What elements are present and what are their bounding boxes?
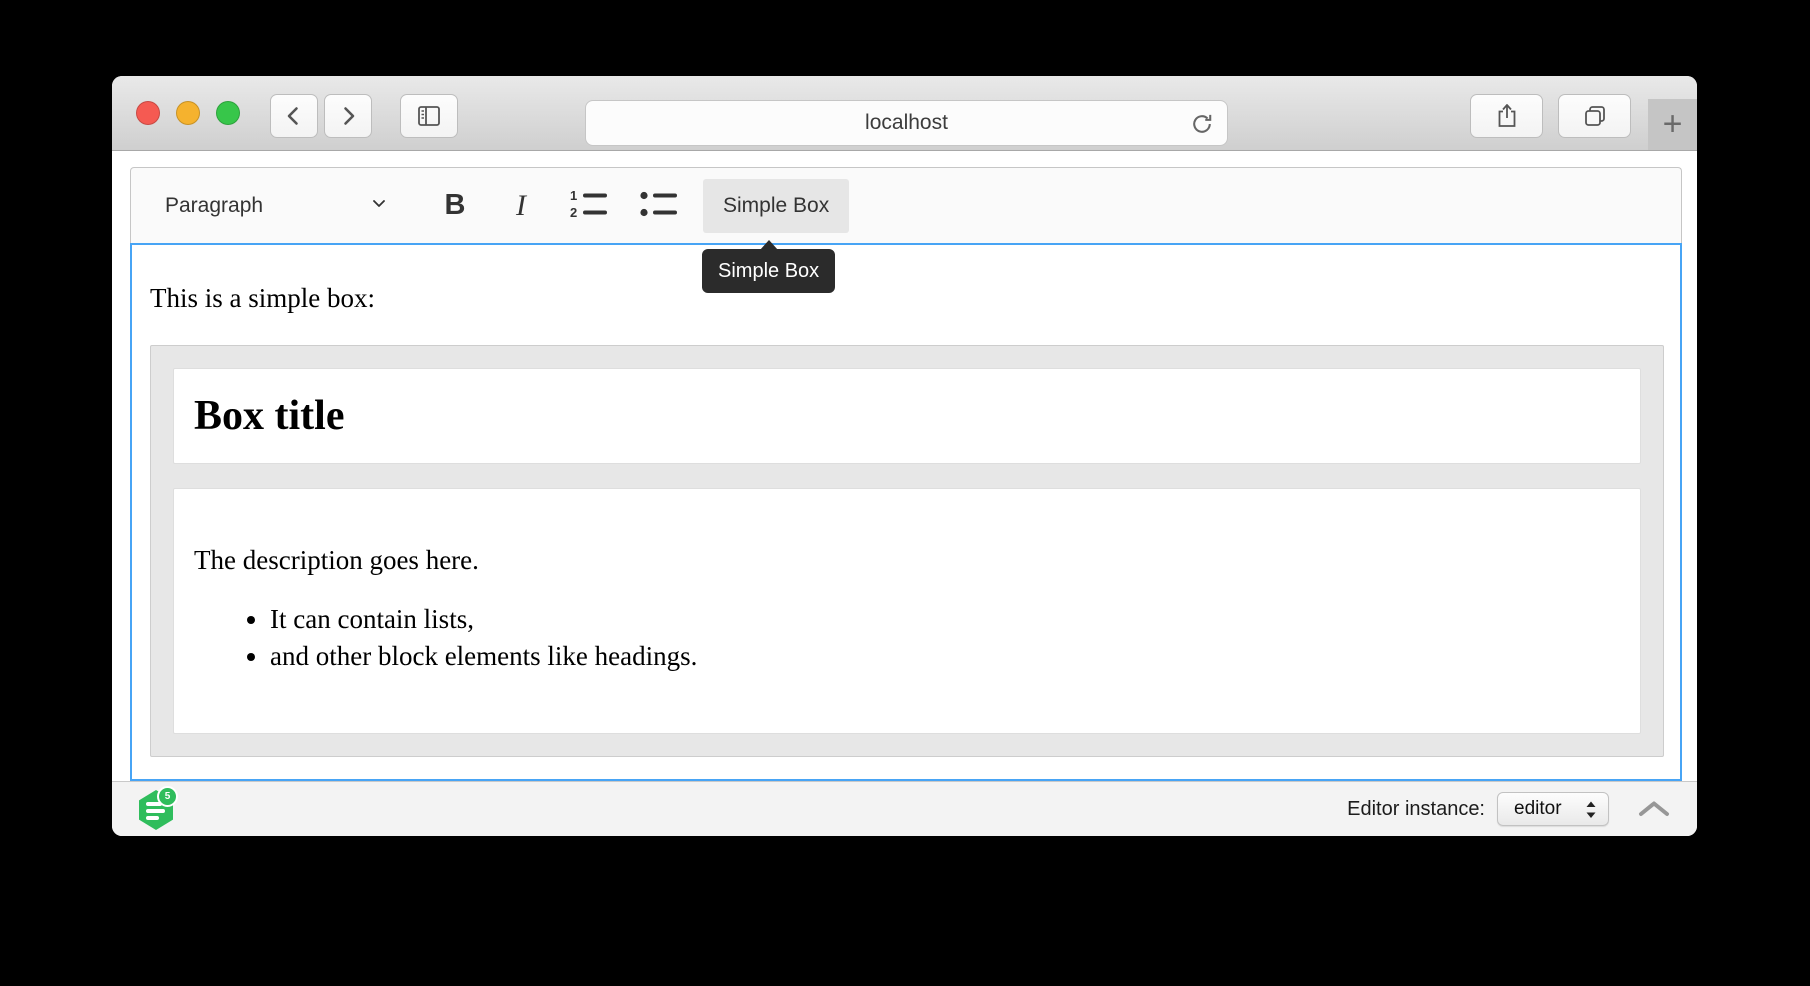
heading-dropdown-value: Paragraph xyxy=(165,194,263,218)
simple-box-button[interactable]: Simple Box xyxy=(703,179,849,233)
numbered-list-icon: 1 2 xyxy=(569,188,609,223)
intro-paragraph[interactable]: This is a simple box: xyxy=(150,281,1664,315)
sidebar-toggle-button[interactable] xyxy=(400,94,458,138)
tab-overview-button[interactable] xyxy=(1558,94,1631,138)
expand-inspector-button[interactable] xyxy=(1637,799,1671,819)
browser-chrome: localhost xyxy=(112,76,1697,151)
description-list[interactable]: It can contain lists, and other block el… xyxy=(194,601,1620,675)
browser-window: localhost xyxy=(112,76,1697,836)
back-button[interactable] xyxy=(270,94,318,138)
select-arrows-icon xyxy=(1582,798,1600,827)
share-button[interactable] xyxy=(1470,94,1543,138)
bold-icon: B xyxy=(445,189,466,222)
inspector-controls: Editor instance: editor xyxy=(1347,782,1671,836)
simple-box-title-area[interactable]: Box title xyxy=(173,368,1641,464)
chevron-left-icon xyxy=(282,104,306,128)
heading-dropdown[interactable]: Paragraph xyxy=(153,179,403,233)
simple-box-button-label: Simple Box xyxy=(709,194,843,218)
simple-box-widget[interactable]: Box title The description goes here. It … xyxy=(150,345,1664,757)
window-controls xyxy=(136,101,240,125)
chevron-right-icon xyxy=(336,104,360,128)
italic-button[interactable]: I xyxy=(497,179,545,233)
box-title-heading[interactable]: Box title xyxy=(194,392,344,440)
ckeditor-inspector-bar: 5 Editor instance: editor xyxy=(112,781,1697,836)
address-bar[interactable]: localhost xyxy=(585,100,1228,146)
plus-icon: + xyxy=(1663,105,1683,144)
minimize-window-button[interactable] xyxy=(176,101,200,125)
tabs-icon xyxy=(1581,103,1609,129)
tooltip-caret xyxy=(760,240,778,250)
new-tab-button[interactable]: + xyxy=(1648,99,1697,150)
list-item[interactable]: and other block elements like headings. xyxy=(270,638,1620,675)
address-bar-url: localhost xyxy=(865,111,948,135)
share-icon xyxy=(1494,102,1520,130)
editor-instance-select[interactable]: editor xyxy=(1497,792,1609,826)
numbered-list-button[interactable]: 1 2 xyxy=(563,179,615,233)
ckeditor-logo[interactable]: 5 xyxy=(139,788,175,830)
editor-toolbar: Paragraph B I 1 2 xyxy=(130,167,1682,243)
sidebar-icon xyxy=(415,103,443,129)
bulleted-list-button[interactable] xyxy=(633,179,685,233)
forward-button[interactable] xyxy=(324,94,372,138)
simple-box-description-area[interactable]: The description goes here. It can contai… xyxy=(173,488,1641,734)
editor-instance-label: Editor instance: xyxy=(1347,798,1485,821)
tooltip-text: Simple Box xyxy=(718,260,819,283)
bold-button[interactable]: B xyxy=(431,179,479,233)
svg-text:1: 1 xyxy=(570,188,577,203)
description-paragraph[interactable]: The description goes here. xyxy=(194,543,1620,577)
editor-editable-area[interactable]: This is a simple box: Box title The desc… xyxy=(130,243,1682,781)
refresh-icon[interactable] xyxy=(1189,111,1215,142)
svg-text:2: 2 xyxy=(570,205,577,220)
zoom-window-button[interactable] xyxy=(216,101,240,125)
simple-box-tooltip: Simple Box xyxy=(702,249,835,293)
editor-instance-value: editor xyxy=(1514,798,1562,820)
bulleted-list-icon xyxy=(639,188,679,223)
italic-icon: I xyxy=(516,189,526,223)
version-badge: 5 xyxy=(157,786,178,807)
close-window-button[interactable] xyxy=(136,101,160,125)
desktop-background: localhost xyxy=(0,0,1810,986)
chevron-down-icon xyxy=(369,193,389,218)
list-item[interactable]: It can contain lists, xyxy=(270,601,1620,638)
